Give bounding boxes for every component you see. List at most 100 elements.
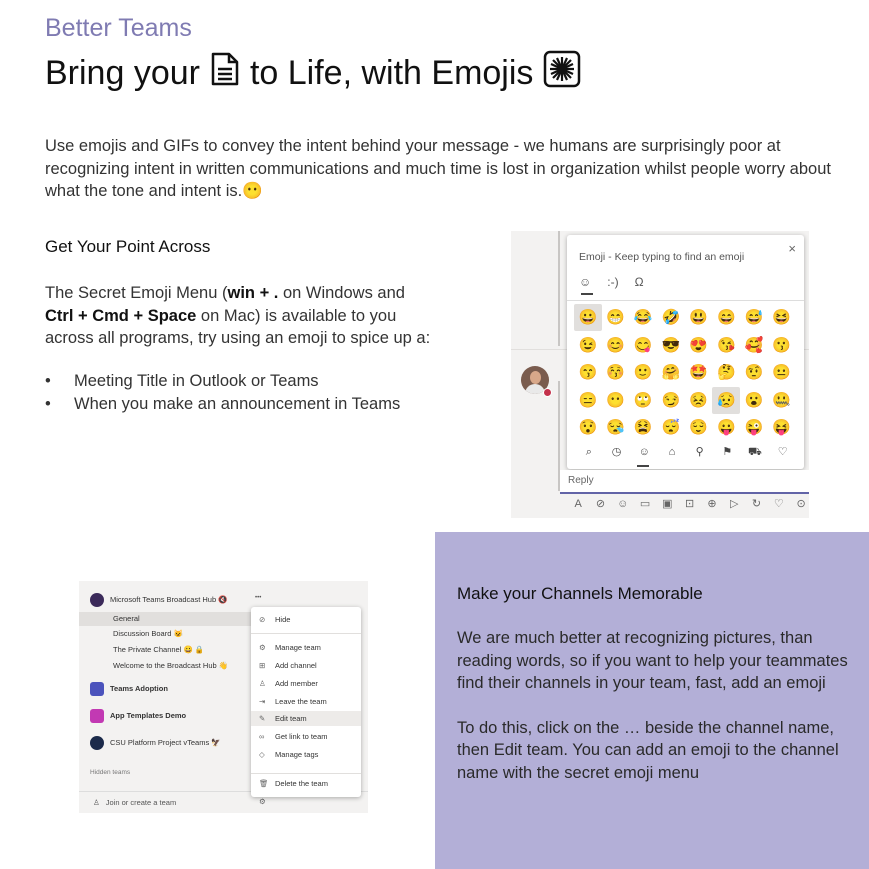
emoji-cell[interactable]: 😥 bbox=[712, 386, 741, 414]
gear-icon[interactable]: ⚙ bbox=[259, 797, 266, 806]
emoji-category-icon[interactable]: ◷ bbox=[603, 445, 631, 458]
emoji-cell[interactable]: 😀 bbox=[574, 304, 602, 331]
toolbar-icon[interactable]: ⊡ bbox=[678, 497, 700, 510]
channel-item[interactable]: The Private Channel 😀 🔒 bbox=[113, 645, 204, 654]
reply-label: Reply bbox=[568, 475, 594, 486]
emoji-cell[interactable]: 🙂 bbox=[629, 359, 657, 386]
emoji-cell[interactable]: 😉 bbox=[574, 332, 602, 359]
toolbar-icon[interactable]: ⊕ bbox=[701, 497, 723, 510]
emoji-cell[interactable]: 😣 bbox=[685, 387, 713, 414]
toolbar-icon[interactable]: ⊘ bbox=[589, 497, 611, 510]
emoji-category-icon[interactable]: ⌂ bbox=[658, 446, 686, 458]
menu-item[interactable]: ♙ Add member bbox=[259, 679, 318, 688]
emoji-row: 😑 😶 🙄 😏 😣 😥 😮 🤐 bbox=[574, 386, 796, 415]
emoji-cell[interactable]: 😯 bbox=[574, 414, 602, 441]
menu-item[interactable]: ⇥ Leave the team bbox=[259, 697, 327, 706]
emoji-cell[interactable]: 😄 bbox=[712, 304, 740, 331]
emoji-category-icon[interactable]: ⚑ bbox=[713, 445, 741, 458]
team-row[interactable]: Teams Adoption bbox=[90, 682, 168, 696]
toolbar-icon[interactable]: A bbox=[567, 498, 589, 510]
emoji-category-icon[interactable]: ♡ bbox=[769, 445, 797, 458]
point-text-a: The Secret Emoji Menu ( bbox=[45, 284, 228, 302]
emoji-cell[interactable]: 🤣 bbox=[657, 304, 685, 331]
emoji-cell[interactable]: 😜 bbox=[740, 414, 768, 441]
menu-icon: ⊞ bbox=[259, 661, 266, 670]
emoji-cell[interactable]: 😚 bbox=[602, 359, 630, 386]
toolbar-icon[interactable]: ▷ bbox=[723, 497, 745, 510]
menu-item[interactable]: ∞ Get link to team bbox=[259, 732, 328, 741]
join-team-button[interactable]: ♙ Join or create a team bbox=[93, 798, 176, 807]
emoji-category-icon[interactable]: ⚲ bbox=[686, 445, 714, 458]
more-options-icon[interactable]: ••• bbox=[255, 595, 261, 601]
emoji-cell[interactable]: 😍 bbox=[685, 332, 713, 359]
tab-symbols[interactable]: Ω bbox=[635, 275, 644, 289]
emoji-category-icon[interactable]: ☺ bbox=[630, 446, 658, 458]
channel-item[interactable]: General bbox=[113, 614, 140, 623]
toolbar-icon[interactable]: ▣ bbox=[656, 497, 678, 510]
emoji-cell[interactable]: 😆 bbox=[768, 304, 796, 331]
emoji-cell[interactable]: 😶 bbox=[602, 387, 630, 414]
emoji-cell[interactable]: 🤩 bbox=[685, 359, 713, 386]
emoji-cell[interactable]: 😊 bbox=[602, 332, 630, 359]
emoji-cell[interactable]: 😐 bbox=[768, 359, 796, 386]
menu-item-label: Hide bbox=[275, 615, 291, 624]
menu-item-label: Edit team bbox=[275, 714, 307, 723]
emoji-category-icon[interactable]: ⌕ bbox=[575, 446, 603, 459]
menu-item[interactable]: ✎ Edit team bbox=[259, 714, 307, 723]
toolbar-icon[interactable]: ⊙ bbox=[790, 497, 809, 510]
tab-kaomoji[interactable]: :-) bbox=[607, 275, 618, 289]
emoji-cell[interactable]: 😂 bbox=[629, 304, 657, 331]
emoji-cell[interactable]: 🥰 bbox=[740, 332, 768, 359]
emoji-category-icon[interactable]: ⛟ bbox=[741, 446, 769, 460]
emoji-cell[interactable]: 😪 bbox=[602, 414, 630, 441]
emoji-cell[interactable]: 😑 bbox=[574, 387, 602, 414]
emoji-cell[interactable]: 🙄 bbox=[629, 387, 657, 414]
menu-icon: ✎ bbox=[259, 714, 266, 723]
menu-icon: ⊘ bbox=[259, 615, 266, 624]
emoji-cell[interactable]: 🤨 bbox=[740, 359, 768, 386]
emoji-cell[interactable]: 😅 bbox=[740, 304, 768, 331]
emoji-cell[interactable]: 😏 bbox=[657, 387, 685, 414]
emoji-cell[interactable]: 😛 bbox=[712, 414, 740, 441]
emoji-cell[interactable]: 😙 bbox=[574, 359, 602, 386]
toolbar-icon[interactable]: ↻ bbox=[745, 497, 767, 510]
menu-icon: ∞ bbox=[259, 732, 265, 741]
menu-item[interactable]: ◇ Manage tags bbox=[259, 750, 318, 759]
emoji-cell[interactable]: 🤗 bbox=[657, 359, 685, 386]
emoji-cell[interactable]: 😁 bbox=[602, 304, 630, 331]
close-icon[interactable]: × bbox=[788, 241, 796, 256]
emoji-cell[interactable]: 😮 bbox=[740, 387, 768, 414]
emoji-picker: Emoji - Keep typing to find an emoji × ☺… bbox=[567, 235, 804, 469]
channel-item[interactable]: Welcome to the Broadcast Hub 👋 bbox=[113, 661, 228, 670]
menu-item[interactable]: ⊘ Hide bbox=[259, 615, 290, 624]
emoji-cell[interactable]: 😋 bbox=[629, 332, 657, 359]
menu-item[interactable]: ⚙ Manage team bbox=[259, 643, 321, 652]
menu-item-label: Get link to team bbox=[275, 732, 328, 741]
emoji-cell[interactable]: 😗 bbox=[768, 332, 796, 359]
emoji-cell[interactable]: 😫 bbox=[629, 414, 657, 441]
emoji-cell[interactable]: 😎 bbox=[657, 332, 685, 359]
toolbar-icon[interactable]: ☺ bbox=[612, 498, 634, 510]
reply-box[interactable]: Reply bbox=[560, 470, 809, 494]
hidden-teams-label: Hidden teams bbox=[90, 769, 131, 776]
team-row[interactable]: App Templates Demo bbox=[90, 709, 186, 723]
intro-paragraph: Use emojis and GIFs to convey the intent… bbox=[45, 135, 835, 203]
emoji-cell[interactable]: 😘 bbox=[712, 332, 740, 359]
neutral-face-emoji: 😶 bbox=[242, 182, 263, 200]
emoji-cell[interactable]: 😝 bbox=[768, 414, 796, 441]
menu-item[interactable]: ⊞ Add channel bbox=[259, 661, 317, 670]
emoji-cell[interactable]: 😃 bbox=[685, 304, 713, 331]
emoji-picker-header: Emoji - Keep typing to find an emoji bbox=[579, 251, 745, 263]
toolbar-icon[interactable]: ▭ bbox=[634, 497, 656, 510]
team-avatar bbox=[90, 593, 104, 607]
emoji-cell[interactable]: 😌 bbox=[685, 414, 713, 441]
toolbar-icon[interactable]: ♡ bbox=[768, 497, 790, 510]
channel-item[interactable]: Discussion Board 😺 bbox=[113, 629, 183, 638]
team-row[interactable]: Microsoft Teams Broadcast Hub 🔇 bbox=[90, 593, 228, 607]
tab-emoji[interactable]: ☺ bbox=[579, 275, 591, 289]
emoji-cell[interactable]: 🤐 bbox=[768, 387, 796, 414]
team-row[interactable]: CSU Platform Project vTeams 🦅 bbox=[90, 736, 221, 750]
emoji-cell[interactable]: 😴 bbox=[657, 414, 685, 441]
emoji-cell[interactable]: 🤔 bbox=[712, 359, 740, 386]
menu-item[interactable]: 🗑 Delete the team bbox=[259, 779, 328, 788]
